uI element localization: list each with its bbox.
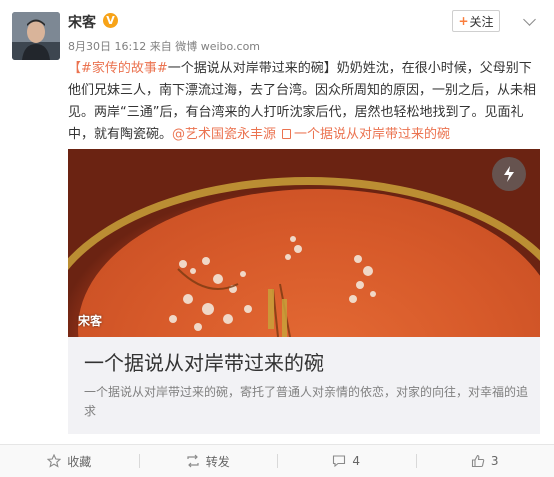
post-time[interactable]: 8月30日 16:12 [68,40,146,53]
lightning-icon[interactable] [492,157,526,191]
favorite-button[interactable]: 收藏 [0,445,139,477]
repost-icon [186,454,200,468]
bowl-motif [68,149,540,337]
article-card[interactable]: 宋客 一个据说从对岸带过来的碗 一个据说从对岸带过来的碗，寄托了普通人对亲情的依… [68,149,540,434]
favorite-label: 收藏 [67,453,91,470]
comment-icon [332,454,346,468]
comment-button[interactable]: 4 [277,445,416,477]
post-text: 【#家传的故事#一个据说从对岸带过来的碗】奶奶姓沈，在很小时候，父母别下他们兄妹… [68,58,540,146]
like-count: 3 [491,454,499,468]
username[interactable]: 宋客 [68,12,96,32]
image-watermark: 宋客 [78,312,102,329]
star-icon [47,454,61,468]
topic-link[interactable]: 【#家传的故事# [68,61,168,76]
avatar[interactable] [12,12,60,60]
plus-icon: + [458,14,468,28]
article-image[interactable]: 宋客 [68,149,540,337]
repost-button[interactable]: 转发 [139,445,278,477]
article-title[interactable]: 一个据说从对岸带过来的碗 [84,347,324,376]
mention-link[interactable]: @艺术国瓷永丰源 [172,127,276,142]
article-link[interactable]: 一个据说从对岸带过来的碗 [294,127,450,142]
action-bar: 收藏 转发 4 3 [0,444,554,477]
thumbs-up-icon [471,454,485,468]
repost-label: 转发 [206,453,230,470]
post-source[interactable]: 来自 微博 weibo.com [150,40,260,53]
verified-icon: V [103,13,118,28]
like-button[interactable]: 3 [416,445,554,477]
chevron-down-icon[interactable] [523,13,536,26]
follow-label: 关注 [470,13,494,30]
post-meta: 8月30日 16:12 来自 微博 weibo.com [68,38,260,54]
article-description: 一个据说从对岸带过来的碗，寄托了普通人对亲情的依恋，对家的向往，对幸福的追求 [84,383,530,421]
comment-count: 4 [352,454,360,468]
follow-button[interactable]: + 关注 [452,10,500,32]
article-link-icon [282,129,291,139]
